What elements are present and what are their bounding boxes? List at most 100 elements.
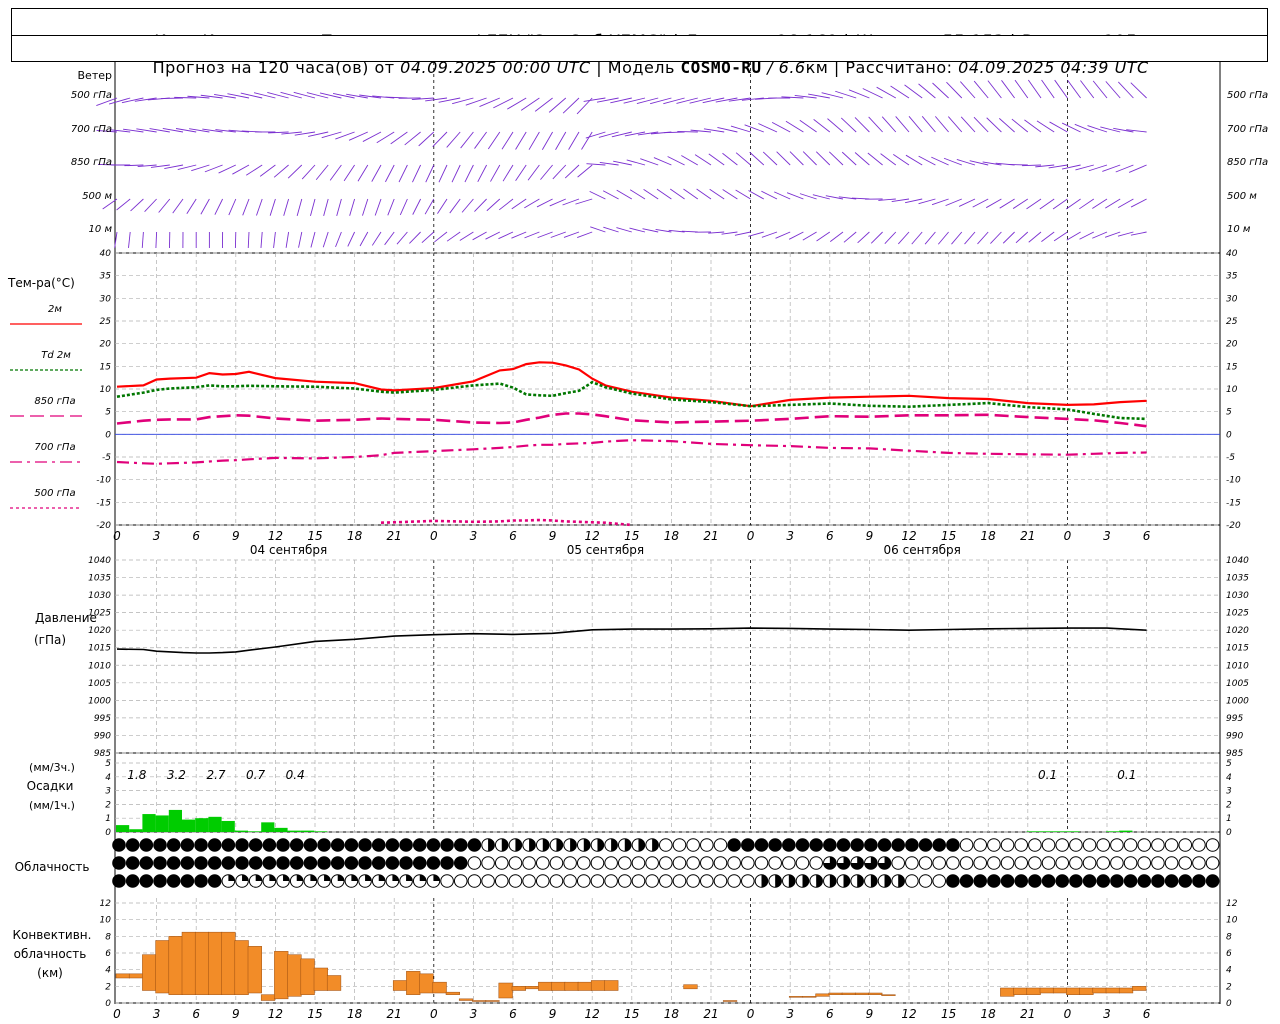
time-tick-label: 18 <box>981 529 997 543</box>
wind-barb <box>552 164 567 180</box>
wind-barb <box>174 96 197 99</box>
cloud-cover-symbol <box>1028 838 1042 852</box>
cloud-cover-symbol <box>194 838 208 852</box>
cloud-cover-symbol <box>987 856 1001 870</box>
wind-barb <box>273 164 289 178</box>
wind-barb <box>870 231 883 244</box>
convective-bar <box>128 973 144 979</box>
cloud-cover-symbol <box>700 838 714 852</box>
cloud-cover-symbols <box>112 838 1220 888</box>
cloud-cover-symbol <box>1082 856 1097 870</box>
cloud-cover-symbol <box>194 856 208 870</box>
convective-bar <box>1105 987 1120 994</box>
convective-title-1: Конвективн. <box>13 928 92 942</box>
wind-barb <box>464 164 474 183</box>
cloud-cover-symbol <box>1164 838 1179 852</box>
y-tick-label-right: 985 <box>1226 749 1243 759</box>
y-tick-label-right: 1040 <box>1226 556 1249 566</box>
convective-bar <box>274 951 289 1000</box>
y-tick-label-left: -5 <box>102 453 111 463</box>
convective-bar <box>577 981 592 991</box>
wind-barb <box>285 231 290 248</box>
cloud-cover-symbol <box>700 874 714 888</box>
y-tick-label-left: 0 <box>105 430 111 440</box>
wind-barb <box>776 151 791 166</box>
wind-level-label-right: 500 гПа <box>1227 90 1268 101</box>
cloud-cover-symbol <box>713 856 728 870</box>
y-tick-label-right: 1000 <box>1226 696 1249 706</box>
wind-barb <box>603 226 619 233</box>
wind-barb <box>511 198 527 210</box>
y-tick-label-right: 2 <box>1226 982 1232 992</box>
convective-bar <box>458 998 474 1001</box>
cloud-cover-symbol <box>180 856 195 870</box>
wind-barb <box>347 231 356 247</box>
convective-bar <box>472 1000 487 1002</box>
wind-barb <box>498 198 514 211</box>
time-tick-label: 12 <box>268 1007 283 1021</box>
wind-barb <box>490 164 501 182</box>
precipitation-plot: 1.8 3.2 2.7 0.7 0.4 0.1 0.1 <box>116 768 1136 832</box>
time-tick-label: 3 <box>153 1007 161 1021</box>
precip-bar <box>1119 830 1133 832</box>
cloud-cover-symbol <box>112 838 126 852</box>
wind-barb <box>702 97 725 104</box>
convective-bar <box>722 1000 738 1002</box>
wind-barb <box>349 198 356 216</box>
convective-bar <box>1013 987 1028 995</box>
cloud-cover-symbol <box>1123 838 1138 852</box>
convective-bar <box>590 980 606 991</box>
time-tick-label: 15 <box>941 1007 956 1021</box>
cloud-cover-fill <box>392 874 399 881</box>
time-tick-label: 18 <box>347 1007 363 1021</box>
time-tick-label: 0 <box>113 529 121 543</box>
time-tick-label: 3 <box>470 529 478 543</box>
cloud-cover-fill <box>870 874 878 888</box>
wind-barb <box>1041 231 1055 242</box>
time-tick-label: 9 <box>549 1007 557 1021</box>
cloud-cover-symbol <box>522 856 536 870</box>
time-tick-label: 3 <box>153 529 161 543</box>
wind-barb <box>371 231 382 246</box>
time-tick-label: 6 <box>826 529 834 543</box>
cloud-cover-symbol <box>987 838 1001 852</box>
cloud-cover-symbol <box>289 856 304 870</box>
wind-barb <box>761 231 778 238</box>
wind-barb <box>1002 231 1015 244</box>
y-tick-label-left: -15 <box>96 498 111 508</box>
cloud-cover-symbol <box>303 856 318 870</box>
cloud-cover-fill <box>255 874 262 881</box>
wind-barb <box>1065 198 1081 210</box>
precip-bar <box>195 818 209 832</box>
cloud-cover-symbol <box>836 838 851 852</box>
cloud-cover-symbol <box>1096 856 1111 870</box>
wind-barb <box>1130 198 1147 208</box>
wind-barb <box>973 80 989 99</box>
cloud-cover-symbol <box>139 838 154 852</box>
wind-barb <box>681 155 699 166</box>
wind-barb <box>802 231 817 241</box>
cloud-cover-symbol <box>207 838 222 852</box>
cloud-cover-symbol <box>1151 856 1165 870</box>
wind-barb <box>1014 79 1029 99</box>
wind-barb <box>1036 120 1055 133</box>
cloud-cover-symbol <box>317 838 331 852</box>
wind-barb <box>541 131 553 150</box>
wind-barb <box>749 151 765 166</box>
cloud-cover-symbol <box>276 838 290 852</box>
cloud-cover-symbol <box>809 838 823 852</box>
wind-barb <box>412 164 422 183</box>
wind-barb <box>172 198 184 214</box>
cloud-cover-symbol <box>563 874 577 888</box>
wind-barb <box>108 97 131 105</box>
convective-bar <box>498 982 513 999</box>
time-tick-label: 6 <box>1143 529 1151 543</box>
wind-barb <box>813 119 831 133</box>
cloud-cover-symbol <box>754 838 769 852</box>
cloud-cover-symbol <box>1014 856 1029 870</box>
wind-barb <box>1080 80 1095 99</box>
cloud-cover-symbol <box>440 838 454 852</box>
cloud-cover-symbol <box>891 838 905 852</box>
wind-barb <box>884 231 897 244</box>
convective-bar <box>828 992 843 995</box>
